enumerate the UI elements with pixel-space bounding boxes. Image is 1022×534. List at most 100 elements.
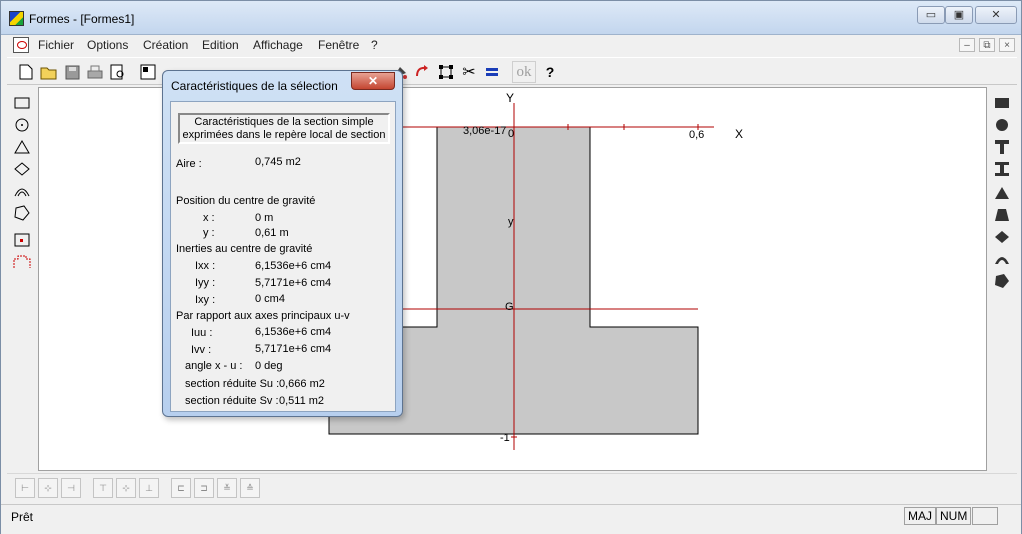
distribute-h-icon[interactable]: ⊏ <box>171 478 191 498</box>
i-section-icon[interactable] <box>991 159 1013 179</box>
selection-properties-dialog[interactable]: Caractéristiques de la sélection ✕ Carac… <box>162 70 403 417</box>
sv-label: section réduite Sv : <box>185 395 279 407</box>
angle-label: angle x - u : <box>185 360 243 372</box>
triangle-tool-icon[interactable] <box>11 137 33 157</box>
mdi-restore-button[interactable]: ⧉ <box>979 38 995 52</box>
aire-value: 0,745 m2 <box>255 156 301 168</box>
inerties-heading: Inerties au centre de gravité <box>176 243 313 255</box>
sv-value: 0,511 m2 <box>279 395 325 407</box>
status-text: Prêt <box>11 510 34 524</box>
filled-arc-icon[interactable] <box>991 249 1013 269</box>
circle-tool-icon[interactable] <box>11 115 33 135</box>
mdi-minimize-button[interactable]: – <box>959 38 975 52</box>
t-section-icon[interactable] <box>991 137 1013 157</box>
position-heading: Position du centre de gravité <box>176 195 316 207</box>
print-preview-icon[interactable] <box>107 61 129 83</box>
trapezoid-icon[interactable] <box>991 205 1013 225</box>
caps-lock-indicator: MAJ <box>904 507 936 525</box>
app-logo-icon <box>9 11 24 26</box>
header-line-1: Caractéristiques de la section simple <box>194 116 374 128</box>
equals-icon[interactable] <box>481 61 503 83</box>
ivv-label: Ivv : <box>191 344 212 356</box>
point-tool-icon[interactable] <box>11 230 33 250</box>
ok-button[interactable]: ok <box>512 61 536 83</box>
rectangle-tool-icon[interactable] <box>11 93 33 113</box>
distribute-v-icon[interactable]: ≚ <box>217 478 237 498</box>
su-label: section réduite Su : <box>185 378 280 390</box>
print-icon[interactable] <box>84 61 106 83</box>
bounding-box-icon[interactable] <box>435 61 457 83</box>
iyy-value: 5,7171e+6 cm4 <box>255 277 332 289</box>
tick-label-origin: 0 <box>508 128 515 140</box>
menu-creation[interactable]: Création <box>143 38 188 52</box>
iyy-label: Iyy : <box>195 277 216 289</box>
menu-options[interactable]: Options <box>87 38 128 52</box>
dialog-header-box: Caractéristiques de la section simple ex… <box>178 113 390 144</box>
filled-circle-icon[interactable] <box>991 115 1013 135</box>
document-icon[interactable] <box>13 37 29 53</box>
align-left-icon[interactable]: ⊢ <box>15 478 35 498</box>
align-top-icon[interactable]: ⊤ <box>93 478 113 498</box>
save-icon[interactable] <box>61 61 83 83</box>
y-value: 0,61 m <box>255 227 289 239</box>
aire-label: Aire : <box>176 158 202 170</box>
left-tool-column <box>7 87 37 472</box>
align-bottom-icon[interactable]: ⊥ <box>139 478 159 498</box>
filled-triangle-icon[interactable] <box>991 183 1013 203</box>
profile-tool-icon[interactable] <box>11 252 33 272</box>
local-y-label: y <box>508 216 514 228</box>
menu-affichage[interactable]: Affichage <box>253 38 303 52</box>
distribute-h-center-icon[interactable]: ⊐ <box>194 478 214 498</box>
ixy-value: 0 cm4 <box>255 293 285 305</box>
filled-polygon-icon[interactable] <box>991 271 1013 291</box>
ivv-value: 5,7171e+6 cm4 <box>255 343 332 355</box>
minimize-button[interactable]: ▭ <box>917 6 945 24</box>
dialog-close-button[interactable]: ✕ <box>351 72 395 90</box>
menu-fichier[interactable]: Fichier <box>38 38 74 52</box>
diamond-tool-icon[interactable] <box>11 159 33 179</box>
dialog-title: Caractéristiques de la sélection <box>171 79 338 93</box>
ixx-label: Ixx : <box>195 260 216 272</box>
maximize-button[interactable]: ▣ <box>945 6 973 24</box>
help-button[interactable]: ? <box>539 61 561 83</box>
tick-label-right: 0,6 <box>689 129 705 141</box>
rotate-icon[interactable] <box>412 61 434 83</box>
calculate-icon[interactable] <box>137 61 159 83</box>
su-value: 0,666 m2 <box>279 378 325 390</box>
scissors-icon[interactable]: ✂ <box>458 61 480 83</box>
iuu-label: Iuu : <box>191 327 213 339</box>
num-lock-indicator: NUM <box>936 507 972 525</box>
right-tool-column <box>987 87 1017 472</box>
y-label: y : <box>203 227 215 239</box>
ixx-value: 6,1536e+6 cm4 <box>255 260 332 272</box>
ixy-label: Ixy : <box>195 294 216 306</box>
menu-edition[interactable]: Edition <box>202 38 239 52</box>
new-file-icon[interactable] <box>15 61 37 83</box>
align-center-v-icon[interactable]: ⊹ <box>116 478 136 498</box>
x-axis-label: X <box>735 127 744 141</box>
polygon-tool-icon[interactable] <box>11 203 33 223</box>
close-button[interactable]: ✕ <box>975 6 1017 24</box>
tick-label-left: 3,06e-17 <box>463 125 507 137</box>
x-label: x : <box>203 212 215 224</box>
filled-rectangle-icon[interactable] <box>991 93 1013 113</box>
centroid-label: G <box>505 301 514 313</box>
align-right-icon[interactable]: ⊣ <box>61 478 81 498</box>
arc-tool-icon[interactable] <box>11 181 33 201</box>
filled-diamond-icon[interactable] <box>991 227 1013 247</box>
bottom-tick-label: -1 <box>500 432 510 444</box>
distribute-v-center-icon[interactable]: ≙ <box>240 478 260 498</box>
app-window: Formes - [Formes1] ▭ ▣ ✕ Fichier Options… <box>0 0 1022 534</box>
mdi-close-button[interactable]: × <box>999 38 1015 52</box>
title-bar[interactable]: Formes - [Formes1] ▭ ▣ ✕ <box>1 1 1021 35</box>
alignment-toolbar: ⊢ ⊹ ⊣ ⊤ ⊹ ⊥ ⊏ ⊐ ≚ ≙ <box>7 473 1017 503</box>
align-center-h-icon[interactable]: ⊹ <box>38 478 58 498</box>
status-bar: Prêt MAJ NUM <box>1 504 1021 534</box>
menu-help[interactable]: ? <box>371 38 378 52</box>
open-folder-icon[interactable] <box>38 61 60 83</box>
angle-value: 0 deg <box>255 360 283 372</box>
menu-fenetre[interactable]: Fenêtre <box>318 38 359 52</box>
principal-heading: Par rapport aux axes principaux u-v <box>176 310 350 322</box>
y-axis-label: Y <box>506 91 515 105</box>
window-title: Formes - [Formes1] <box>29 12 135 26</box>
